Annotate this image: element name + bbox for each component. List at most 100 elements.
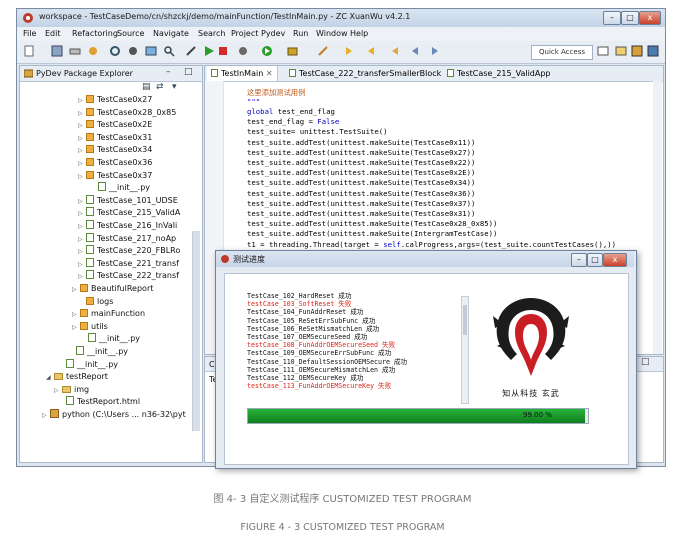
build-icon[interactable] xyxy=(87,45,99,57)
print-icon[interactable] xyxy=(69,45,81,57)
open-perspective-icon[interactable] xyxy=(597,45,609,57)
tree-item[interactable]: ◢ testReport xyxy=(46,371,108,383)
code-line[interactable]: test_suite.addTest(unittest.makeSuite(Te… xyxy=(247,178,475,188)
menu-refactoring[interactable]: Refactoring xyxy=(72,29,118,38)
new-icon[interactable] xyxy=(23,45,35,57)
expand-arrow-icon[interactable]: ▷ xyxy=(78,196,86,208)
code-line[interactable]: test_suite.addTest(unittest.makeSuite(Te… xyxy=(247,209,475,219)
package-explorer-tab[interactable]: PyDev Package Explorer – □ xyxy=(20,66,202,82)
last-edit-icon[interactable] xyxy=(389,45,401,57)
save-icon[interactable] xyxy=(51,45,63,57)
title-bar[interactable]: workspace - TestCaseDemo/cn/shzckj/demo/… xyxy=(17,9,665,27)
tree-item[interactable]: ▷ TestCase0x2E xyxy=(78,119,152,131)
dialog-close-button[interactable]: x xyxy=(603,253,627,267)
expand-arrow-icon[interactable]: ▷ xyxy=(78,246,86,258)
tree-item[interactable]: TestReport.html xyxy=(58,396,140,408)
expand-arrow-icon[interactable]: ▷ xyxy=(72,322,80,334)
stop-icon[interactable] xyxy=(217,45,229,57)
tree-item[interactable]: ▷ TestCase0x28_0x85 xyxy=(78,107,176,119)
tree-item[interactable]: ▷ TestCase_216_InVali xyxy=(78,220,177,232)
forward-icon[interactable] xyxy=(429,45,441,57)
tree-item[interactable]: logs xyxy=(78,296,113,308)
tree-item[interactable]: ▷ BeautifulReport xyxy=(72,283,153,295)
code-line[interactable]: test_suite.addTest(unittest.makeSuite(Te… xyxy=(247,219,497,229)
pydev-perspective-icon[interactable] xyxy=(631,45,643,57)
explorer-scrollbar[interactable] xyxy=(192,231,200,431)
minimize-view-icon[interactable]: – xyxy=(166,67,171,77)
code-line[interactable]: test_suite.addTest(unittest.makeSuite(Te… xyxy=(247,148,475,158)
maximize-view-icon[interactable]: □ xyxy=(184,67,193,77)
run-menu-icon[interactable] xyxy=(261,45,273,57)
tree-item[interactable]: ▷ TestCase_221_transf xyxy=(78,257,179,270)
editor-tab[interactable]: TestCase_215_ValidApp xyxy=(443,66,555,81)
menu-window[interactable]: Window xyxy=(316,29,348,38)
code-line[interactable]: test_suite.addTest(unittest.makeSuite(In… xyxy=(247,229,497,239)
expand-arrow-icon[interactable]: ▷ xyxy=(42,410,50,422)
expand-arrow-icon[interactable]: ▷ xyxy=(78,208,86,220)
run-icon[interactable] xyxy=(203,45,215,57)
menu-file[interactable]: File xyxy=(23,29,36,38)
tree-item[interactable]: __init__.py xyxy=(58,358,118,371)
editor-scrollbar[interactable] xyxy=(653,81,662,354)
perspective-active-icon[interactable] xyxy=(647,45,659,57)
maximize-button[interactable]: □ xyxy=(621,11,639,25)
tree-item[interactable]: ▷ img xyxy=(54,384,89,396)
tree-item[interactable]: ▷ python (C:\Users ... n36-32\pyt xyxy=(42,409,186,421)
brush-icon[interactable] xyxy=(317,45,329,57)
collapse-all-icon[interactable]: ▤ xyxy=(142,82,151,92)
menu-edit[interactable]: Edit xyxy=(45,29,61,38)
next-annotation-icon[interactable] xyxy=(343,45,355,57)
tree-item[interactable]: ▷ TestCase_215_ValidA xyxy=(78,207,180,219)
dialog-minimize-button[interactable]: – xyxy=(571,253,587,267)
gear-icon[interactable] xyxy=(127,45,139,57)
tree-item[interactable]: ▷ TestCase0x27 xyxy=(78,94,152,106)
prev-annotation-icon[interactable] xyxy=(365,45,377,57)
debug-icon[interactable] xyxy=(237,45,249,57)
menu-help[interactable]: Help xyxy=(350,29,368,38)
expand-arrow-icon[interactable]: ▷ xyxy=(78,234,86,246)
external-tools-icon[interactable] xyxy=(287,45,299,57)
menu-source[interactable]: Source xyxy=(117,29,144,38)
tree-item[interactable]: __init__.py xyxy=(68,346,128,358)
tree-item[interactable]: ▷ TestCase_220_FBLRo xyxy=(78,245,180,257)
link-icon[interactable] xyxy=(109,45,121,57)
menu-project[interactable]: Project xyxy=(231,29,258,38)
collapse-arrow-icon[interactable]: ◢ xyxy=(46,372,54,384)
dialog-title-bar[interactable]: 测试进度 – □ x xyxy=(216,251,634,267)
log-scrollbar[interactable] xyxy=(461,296,469,404)
tree-item[interactable]: ▷ mainFunction xyxy=(72,308,145,320)
menu-pydev[interactable]: Pydev xyxy=(261,29,285,38)
close-button[interactable]: x xyxy=(639,11,661,25)
expand-arrow-icon[interactable]: ▷ xyxy=(78,95,86,107)
image-icon[interactable] xyxy=(145,45,157,57)
expand-arrow-icon[interactable]: ▷ xyxy=(78,158,86,170)
console-maximize-icon[interactable]: □ xyxy=(641,357,650,367)
quick-access-input[interactable]: Quick Access xyxy=(531,45,593,60)
menu-navigate[interactable]: Navigate xyxy=(153,29,189,38)
tree-item[interactable]: ▷ TestCase_101_UDSE xyxy=(78,194,178,208)
expand-arrow-icon[interactable]: ▷ xyxy=(78,271,86,283)
expand-arrow-icon[interactable]: ▷ xyxy=(78,120,86,132)
filter-icon[interactable]: ▾ xyxy=(172,82,177,92)
expand-arrow-icon[interactable]: ▷ xyxy=(78,221,86,233)
code-line[interactable]: test_suite.addTest(unittest.makeSuite(Te… xyxy=(247,138,475,148)
search-icon[interactable] xyxy=(163,45,175,57)
code-line[interactable]: test_suite.addTest(unittest.makeSuite(Te… xyxy=(247,158,475,168)
tree-item[interactable]: ▷ TestCase0x37 xyxy=(78,170,152,182)
code-line[interactable]: t1 = threading.Thread(target = self.calP… xyxy=(247,240,616,250)
menu-run[interactable]: Run xyxy=(293,29,308,38)
code-line[interactable]: test_end_flag = False xyxy=(247,117,339,127)
link-with-editor-icon[interactable]: ⇄ xyxy=(156,82,164,92)
editor-tab[interactable]: TestInMain ✕ xyxy=(207,66,278,81)
expand-arrow-icon[interactable]: ▷ xyxy=(78,171,86,183)
pen-icon[interactable] xyxy=(185,45,197,57)
tree-item[interactable]: ▷ TestCase_222_transf xyxy=(78,270,179,282)
tree-item[interactable]: ▷ TestCase_217_noAp xyxy=(78,232,176,246)
tree-item[interactable]: __init__.py xyxy=(90,182,150,194)
editor-tab[interactable]: TestCase_222_transferSmallerBlock xyxy=(285,66,445,81)
expand-arrow-icon[interactable]: ▷ xyxy=(78,133,86,145)
minimize-button[interactable]: – xyxy=(603,11,621,25)
tree-item[interactable]: ▷ TestCase0x31 xyxy=(78,132,152,144)
code-line[interactable]: test_suite.addTest(unittest.makeSuite(Te… xyxy=(247,168,475,178)
expand-arrow-icon[interactable]: ▷ xyxy=(54,385,62,397)
